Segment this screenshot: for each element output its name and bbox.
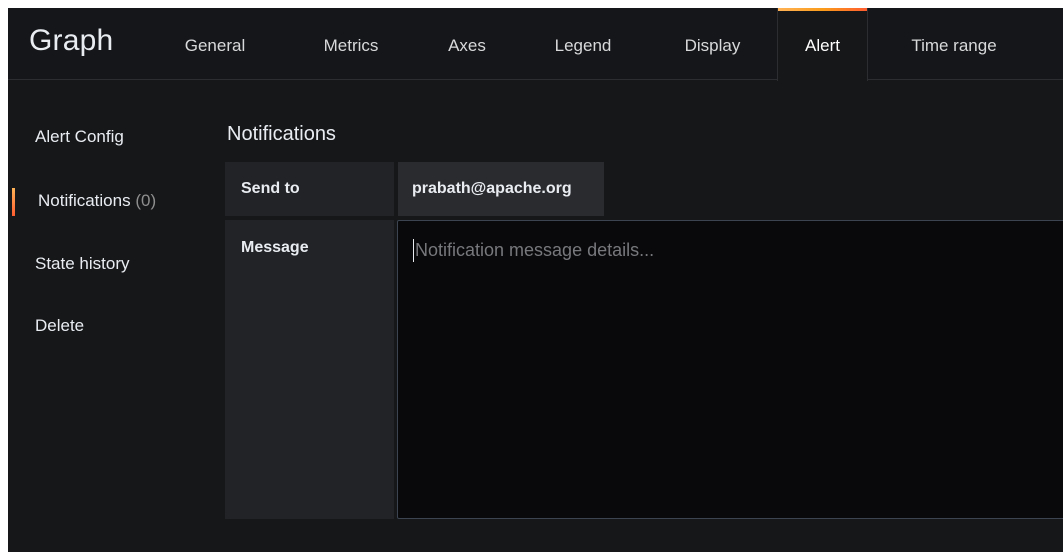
active-item-indicator xyxy=(12,188,15,216)
subnav-item-delete[interactable]: Delete xyxy=(35,316,84,336)
subnav-item-notifications[interactable]: Notifications (0) xyxy=(38,191,156,211)
text-cursor xyxy=(413,239,414,262)
tab-axes[interactable]: Axes xyxy=(430,8,504,79)
message-label: Message xyxy=(225,220,394,519)
tab-alert[interactable]: Alert xyxy=(777,8,868,81)
tab-time-range[interactable]: Time range xyxy=(890,8,1018,79)
tab-display[interactable]: Display xyxy=(665,8,760,79)
message-textarea[interactable] xyxy=(397,220,1063,519)
subnav-item-state-history[interactable]: State history xyxy=(35,254,130,274)
tab-legend[interactable]: Legend xyxy=(534,8,632,79)
tab-metrics[interactable]: Metrics xyxy=(304,8,398,79)
notification-count: (0) xyxy=(135,191,157,210)
send-to-value[interactable]: prabath@apache.org xyxy=(398,162,604,216)
send-to-label: Send to xyxy=(225,162,394,216)
editor-tab-bar: Graph General Metrics Axes Legend Displa… xyxy=(8,8,1063,81)
subnav-item-alert-config[interactable]: Alert Config xyxy=(35,127,124,147)
panel-editor: Graph General Metrics Axes Legend Displa… xyxy=(8,8,1063,552)
section-title: Notifications xyxy=(227,123,336,145)
tab-general[interactable]: General xyxy=(164,8,266,79)
subnav-item-label: Notifications xyxy=(38,191,131,210)
panel-title: Graph xyxy=(29,24,114,57)
